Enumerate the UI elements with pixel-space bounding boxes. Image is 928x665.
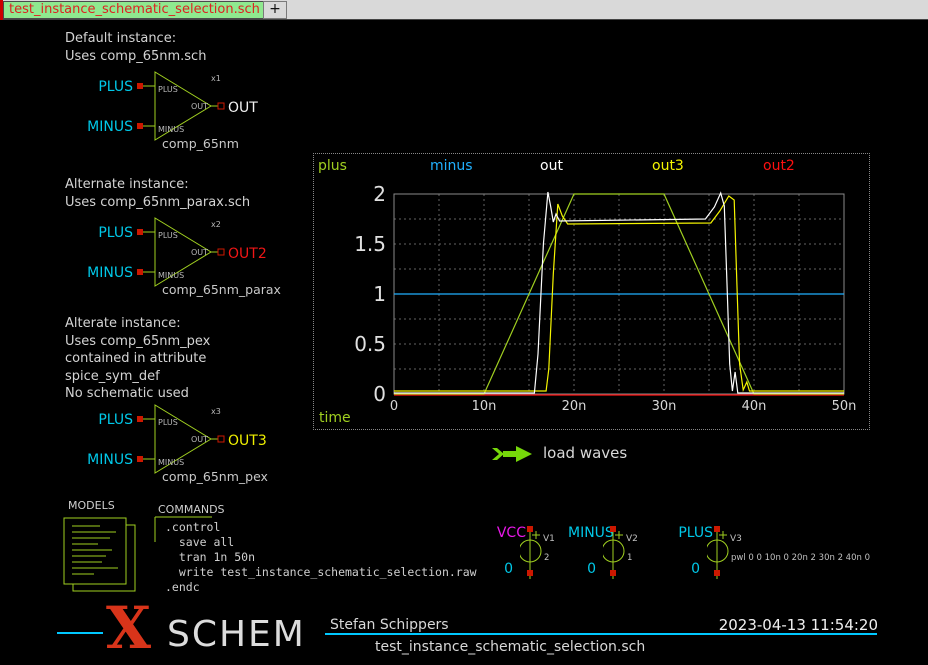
- note-text-block: Alternate instance:Uses comp_65nm_parax.…: [65, 176, 250, 211]
- waveform-graph[interactable]: time plusminusoutout3out200.511.52010n20…: [313, 153, 870, 430]
- xschem-window: { "window": { "tab_title": "test_instanc…: [0, 0, 928, 665]
- plus-sign-icon: [532, 531, 540, 539]
- y-tick-label: 1: [324, 282, 386, 306]
- plus-pin-square: [137, 229, 143, 235]
- pin-label-out: OUT: [191, 102, 208, 111]
- voltage-source-symbol: [603, 524, 625, 582]
- note-text-block: Default instance:Uses comp_65nm.sch: [65, 30, 206, 65]
- net-label-minus: MINUS: [60, 265, 133, 281]
- legend-out2[interactable]: out2: [763, 158, 795, 174]
- load-waves-launcher[interactable]: load waves: [543, 444, 627, 462]
- net-label-plus: PLUS: [60, 79, 133, 95]
- voltage-source-instance[interactable]: PLUS V3 pwl 0 0 10n 0 20n 2 30n 2 40n 0 …: [672, 524, 872, 584]
- source-ref: V1: [543, 534, 555, 544]
- x-tick-label: 40n: [732, 399, 776, 414]
- spice-commands-text: .control save all tran 1n 50n write test…: [165, 520, 477, 595]
- out-pin-square: [218, 103, 224, 109]
- timestamp: 2023-04-13 11:54:20: [718, 616, 878, 634]
- xschem-logo-x: X: [106, 601, 151, 655]
- y-tick-label: 0.5: [324, 332, 386, 356]
- pin-label-plus: PLUS: [158, 418, 178, 427]
- instance-ref: x2: [211, 220, 221, 229]
- plus-pin-square: [137, 83, 143, 89]
- net-label-plus: PLUS: [60, 412, 133, 428]
- source-ref: V2: [626, 534, 638, 544]
- y-tick-label: 1.5: [324, 232, 386, 256]
- y-tick-label: 2: [324, 182, 386, 206]
- gnd-label: 0: [584, 561, 596, 577]
- x-tick-label: 50n: [822, 399, 866, 414]
- source-bottom-pin: [527, 570, 533, 576]
- title-block-underline: [325, 633, 877, 635]
- xschem-logo-text: SCHEM: [167, 617, 306, 653]
- source-bottom-pin: [714, 570, 720, 576]
- author-name: Stefan Schippers: [330, 617, 449, 633]
- comparator-instance[interactable]: PLUS MINUS OUT x2 PLUS MINUS OUT2 comp_6…: [100, 214, 330, 314]
- plus-sign-icon: [719, 531, 727, 539]
- waveform-plot-area: [314, 154, 869, 429]
- net-label-plus: PLUS: [60, 225, 133, 241]
- source-bottom-pin: [610, 570, 616, 576]
- minus-pin-square: [137, 456, 143, 462]
- net-label-out: OUT3: [228, 433, 267, 449]
- pin-label-out: OUT: [191, 248, 208, 257]
- symbol-name: comp_65nm_parax: [162, 282, 281, 297]
- schematic-tab[interactable]: test_instance_schematic_selection.sch: [3, 1, 266, 19]
- minus-pin-square: [137, 269, 143, 275]
- note-text-block: Alterate instance:Uses comp_65nm_pexcont…: [65, 315, 210, 403]
- instance-ref: x3: [211, 407, 221, 416]
- new-tab-button[interactable]: +: [263, 1, 287, 19]
- out-pin-square: [218, 436, 224, 442]
- net-label-minus: MINUS: [60, 452, 133, 468]
- pin-label-plus: PLUS: [158, 231, 178, 240]
- x-tick-label: 10n: [462, 399, 506, 414]
- source-top-pin: [714, 526, 720, 532]
- legend-out[interactable]: out: [540, 158, 563, 174]
- net-label-out: OUT2: [228, 246, 267, 262]
- schematic-filename: test_instance_schematic_selection.sch: [375, 639, 645, 655]
- symbol-name: comp_65nm_pex: [162, 469, 268, 484]
- source-top-pin: [527, 526, 533, 532]
- pin-label-minus: MINUS: [158, 271, 184, 280]
- tab-bar: test_instance_schematic_selection.sch +: [0, 0, 928, 20]
- pin-label-plus: PLUS: [158, 85, 178, 94]
- voltage-source-symbol: [520, 524, 542, 582]
- load-waves-arrow-icon[interactable]: [492, 445, 538, 463]
- source-ref: V3: [730, 534, 742, 544]
- source-top-pin: [610, 526, 616, 532]
- out-pin-square: [218, 249, 224, 255]
- source-value: 2: [544, 553, 549, 563]
- net-label-minus: MINUS: [60, 119, 133, 135]
- symbol-name: comp_65nm: [162, 136, 239, 151]
- comparator-instance[interactable]: PLUS MINUS OUT x1 PLUS MINUS OUT comp_65…: [100, 68, 330, 168]
- plus-sign-icon: [615, 531, 623, 539]
- plus-pin-square: [137, 416, 143, 422]
- gnd-label: 0: [501, 561, 513, 577]
- net-label-out: OUT: [228, 100, 258, 116]
- trace-out: [394, 192, 844, 393]
- legend-out3[interactable]: out3: [652, 158, 684, 174]
- x-tick-label: 0: [372, 399, 416, 414]
- comparator-instance[interactable]: PLUS MINUS OUT x3 PLUS MINUS OUT3 comp_6…: [100, 401, 330, 501]
- pin-label-minus: MINUS: [158, 125, 184, 134]
- pin-label-minus: MINUS: [158, 458, 184, 467]
- pin-label-out: OUT: [191, 435, 208, 444]
- title-block-line: [57, 632, 103, 634]
- x-tick-label: 20n: [552, 399, 596, 414]
- instance-ref: x1: [211, 74, 221, 83]
- source-value: pwl 0 0 10n 0 20n 2 30n 2 40n 0: [731, 553, 870, 563]
- x-tick-label: 30n: [642, 399, 686, 414]
- models-icon[interactable]: [62, 514, 147, 599]
- gnd-label: 0: [688, 561, 700, 577]
- minus-pin-square: [137, 123, 143, 129]
- legend-minus[interactable]: minus: [430, 158, 473, 174]
- source-value: 1: [627, 553, 632, 563]
- voltage-source-symbol: [707, 524, 729, 582]
